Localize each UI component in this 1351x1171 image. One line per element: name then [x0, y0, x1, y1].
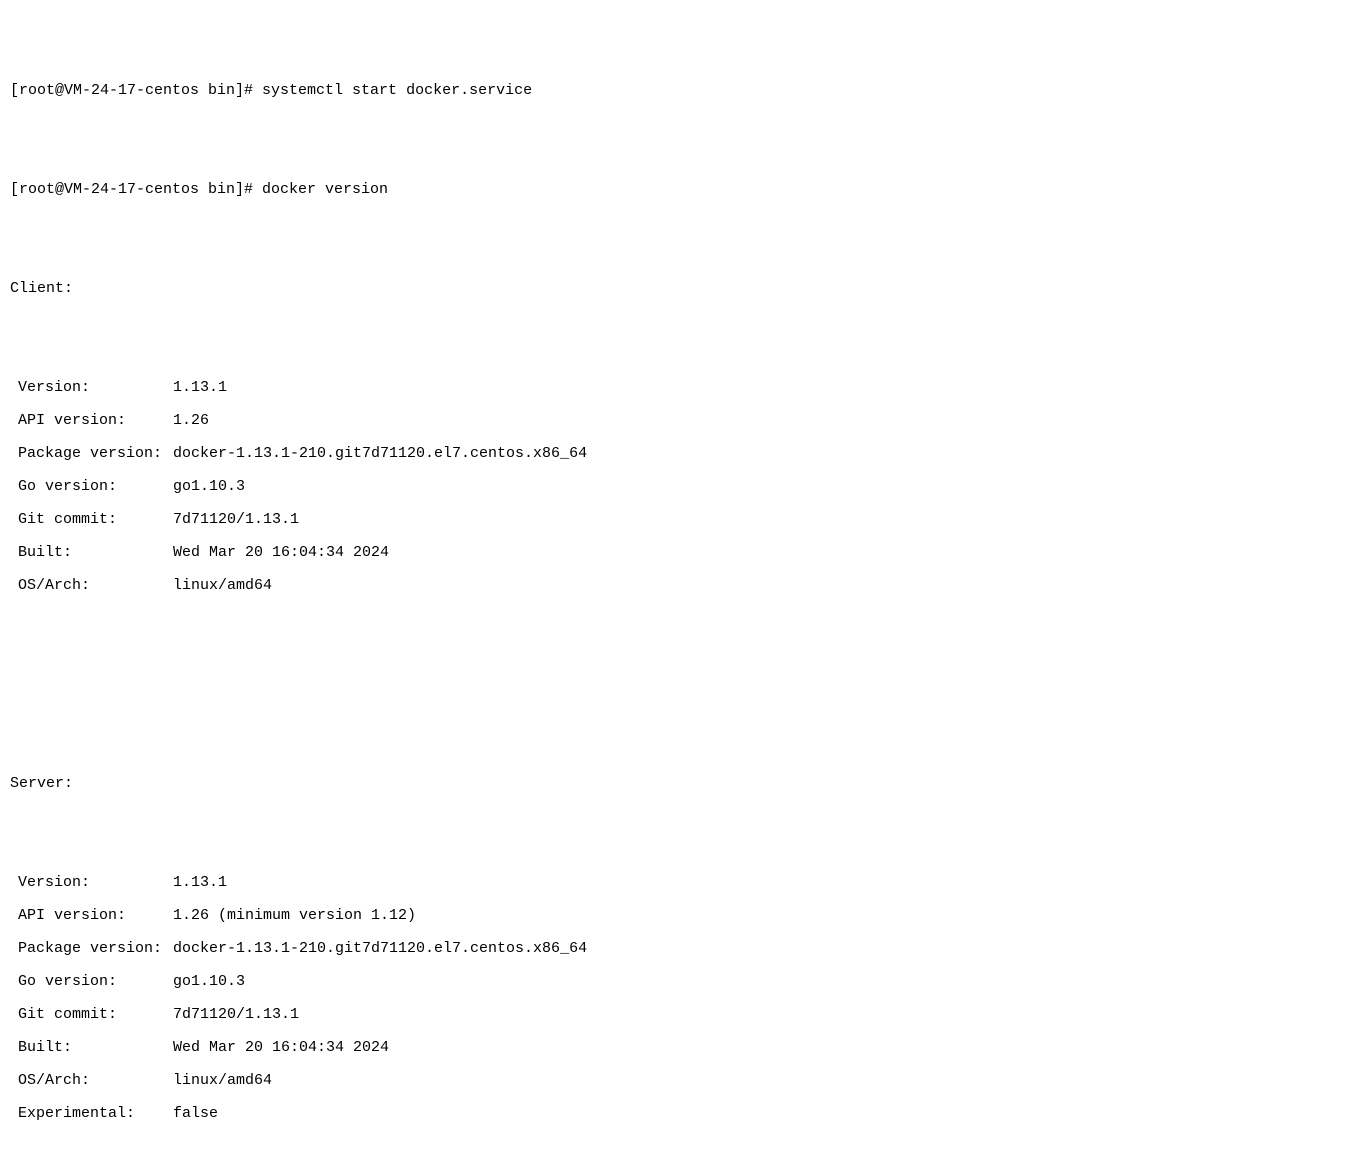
client-field-row: Package version:docker-1.13.1-210.git7d7…: [10, 437, 1341, 470]
client-field-row: Built:Wed Mar 20 16:04:34 2024: [10, 536, 1341, 569]
server-field-row: Go version:go1.10.3: [10, 965, 1341, 998]
client-field-label: Built:: [10, 536, 173, 569]
terminal-output: [root@VM-24-17-centos bin]# systemctl st…: [10, 8, 1341, 1163]
server-field-row: Package version:docker-1.13.1-210.git7d7…: [10, 932, 1341, 965]
client-field-value: 1.26: [173, 404, 1341, 437]
server-field-label: Built:: [10, 1031, 173, 1064]
client-field-value: Wed Mar 20 16:04:34 2024: [173, 536, 1341, 569]
client-field-row: API version:1.26: [10, 404, 1341, 437]
client-field-value: linux/amd64: [173, 569, 1341, 602]
server-field-row: Experimental:false: [10, 1097, 1341, 1130]
server-field-label: Git commit:: [10, 998, 173, 1031]
client-field-row: Version:1.13.1: [10, 371, 1341, 404]
server-field-label: Experimental:: [10, 1097, 173, 1130]
client-field-label: API version:: [10, 404, 173, 437]
server-field-label: Package version:: [10, 932, 173, 965]
server-field-label: OS/Arch:: [10, 1064, 173, 1097]
server-field-value: 1.26 (minimum version 1.12): [173, 899, 1341, 932]
server-field-row: Git commit:7d71120/1.13.1: [10, 998, 1341, 1031]
command-line-2: [root@VM-24-17-centos bin]# docker versi…: [10, 173, 1341, 206]
client-field-row: Git commit:7d71120/1.13.1: [10, 503, 1341, 536]
server-field-label: Version:: [10, 866, 173, 899]
server-header: Server:: [10, 767, 1341, 800]
server-field-value: linux/amd64: [173, 1064, 1341, 1097]
server-field-row: API version:1.26 (minimum version 1.12): [10, 899, 1341, 932]
blank-line: [10, 668, 1341, 701]
client-field-label: OS/Arch:: [10, 569, 173, 602]
server-field-value: go1.10.3: [173, 965, 1341, 998]
client-field-value: 7d71120/1.13.1: [173, 503, 1341, 536]
server-field-label: Go version:: [10, 965, 173, 998]
client-field-row: OS/Arch:linux/amd64: [10, 569, 1341, 602]
client-field-label: Git commit:: [10, 503, 173, 536]
server-field-row: OS/Arch:linux/amd64: [10, 1064, 1341, 1097]
server-field-label: API version:: [10, 899, 173, 932]
client-field-value: docker-1.13.1-210.git7d71120.el7.centos.…: [173, 437, 1341, 470]
client-field-value: 1.13.1: [173, 371, 1341, 404]
client-field-label: Version:: [10, 371, 173, 404]
server-field-row: Version:1.13.1: [10, 866, 1341, 899]
command-line-1: [root@VM-24-17-centos bin]# systemctl st…: [10, 74, 1341, 107]
client-field-label: Go version:: [10, 470, 173, 503]
server-field-value: Wed Mar 20 16:04:34 2024: [173, 1031, 1341, 1064]
server-field-value: false: [173, 1097, 1341, 1130]
server-field-value: docker-1.13.1-210.git7d71120.el7.centos.…: [173, 932, 1341, 965]
client-header: Client:: [10, 272, 1341, 305]
server-field-value: 7d71120/1.13.1: [173, 998, 1341, 1031]
server-field-row: Built:Wed Mar 20 16:04:34 2024: [10, 1031, 1341, 1064]
client-field-value: go1.10.3: [173, 470, 1341, 503]
server-field-value: 1.13.1: [173, 866, 1341, 899]
client-field-row: Go version:go1.10.3: [10, 470, 1341, 503]
client-field-label: Package version:: [10, 437, 173, 470]
